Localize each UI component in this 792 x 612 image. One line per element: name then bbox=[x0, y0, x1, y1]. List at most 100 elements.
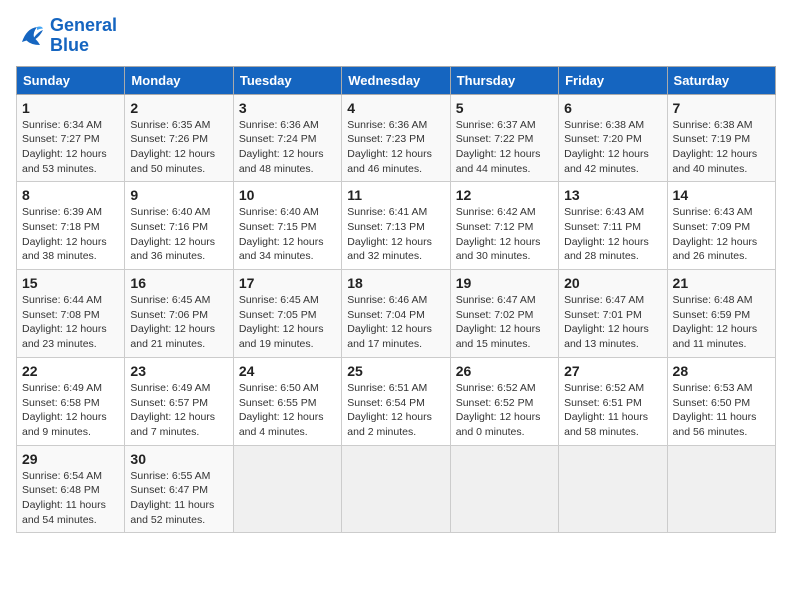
day-number: 7 bbox=[673, 100, 770, 116]
day-info: Sunrise: 6:36 AMSunset: 7:23 PMDaylight:… bbox=[347, 119, 432, 175]
day-number: 2 bbox=[130, 100, 227, 116]
calendar-cell: 5Sunrise: 6:37 AMSunset: 7:22 PMDaylight… bbox=[450, 94, 558, 182]
day-info: Sunrise: 6:54 AMSunset: 6:48 PMDaylight:… bbox=[22, 470, 106, 526]
calendar-table: SundayMondayTuesdayWednesdayThursdayFrid… bbox=[16, 66, 776, 534]
day-number: 19 bbox=[456, 275, 553, 291]
day-number: 1 bbox=[22, 100, 119, 116]
day-number: 8 bbox=[22, 187, 119, 203]
weekday-header-monday: Monday bbox=[125, 66, 233, 94]
day-info: Sunrise: 6:47 AMSunset: 7:02 PMDaylight:… bbox=[456, 294, 541, 350]
day-info: Sunrise: 6:47 AMSunset: 7:01 PMDaylight:… bbox=[564, 294, 649, 350]
calendar-cell: 26 Sunrise: 6:52 AMSunset: 6:52 PMDayligh… bbox=[450, 357, 558, 445]
day-info: Sunrise: 6:39 AMSunset: 7:18 PMDaylight:… bbox=[22, 206, 107, 262]
day-number: 15 bbox=[22, 275, 119, 291]
weekday-header-wednesday: Wednesday bbox=[342, 66, 450, 94]
day-number: 11 bbox=[347, 187, 444, 203]
calendar-cell: 25Sunrise: 6:51 AMSunset: 6:54 PMDayligh… bbox=[342, 357, 450, 445]
weekday-header-tuesday: Tuesday bbox=[233, 66, 341, 94]
day-number: 18 bbox=[347, 275, 444, 291]
calendar-cell: 27 Sunrise: 6:52 AMSunset: 6:51 PMDayligh… bbox=[559, 357, 667, 445]
day-number: 16 bbox=[130, 275, 227, 291]
logo: General Blue bbox=[16, 16, 117, 56]
day-info: Sunrise: 6:53 AMSunset: 6:50 PMDaylight:… bbox=[673, 382, 757, 438]
calendar-cell: 8 Sunrise: 6:39 AMSunset: 7:18 PMDaylight… bbox=[17, 182, 125, 270]
day-info: Sunrise: 6:49 AMSunset: 6:58 PMDaylight:… bbox=[22, 382, 107, 438]
day-info: Sunrise: 6:51 AMSunset: 6:54 PMDaylight:… bbox=[347, 382, 432, 438]
day-number: 23 bbox=[130, 363, 227, 379]
day-info: Sunrise: 6:42 AMSunset: 7:12 PMDaylight:… bbox=[456, 206, 541, 262]
logo-icon bbox=[16, 21, 46, 51]
day-number: 28 bbox=[673, 363, 770, 379]
day-info: Sunrise: 6:49 AMSunset: 6:57 PMDaylight:… bbox=[130, 382, 215, 438]
day-info: Sunrise: 6:48 AMSunset: 6:59 PMDaylight:… bbox=[673, 294, 758, 350]
day-number: 13 bbox=[564, 187, 661, 203]
day-info: Sunrise: 6:44 AMSunset: 7:08 PMDaylight:… bbox=[22, 294, 107, 350]
calendar-row: 15 Sunrise: 6:44 AMSunset: 7:08 PMDayligh… bbox=[17, 270, 776, 358]
calendar-row: 29 Sunrise: 6:54 AMSunset: 6:48 PMDayligh… bbox=[17, 445, 776, 533]
calendar-cell: 12 Sunrise: 6:42 AMSunset: 7:12 PMDayligh… bbox=[450, 182, 558, 270]
weekday-header-sunday: Sunday bbox=[17, 66, 125, 94]
weekday-header-friday: Friday bbox=[559, 66, 667, 94]
calendar-row: 1 Sunrise: 6:34 AMSunset: 7:27 PMDaylight… bbox=[17, 94, 776, 182]
calendar-cell: 16 Sunrise: 6:45 AMSunset: 7:06 PMDayligh… bbox=[125, 270, 233, 358]
calendar-cell bbox=[667, 445, 775, 533]
page-header: General Blue bbox=[16, 16, 776, 56]
day-number: 27 bbox=[564, 363, 661, 379]
calendar-cell: 7 Sunrise: 6:38 AMSunset: 7:19 PMDaylight… bbox=[667, 94, 775, 182]
calendar-row: 8 Sunrise: 6:39 AMSunset: 7:18 PMDaylight… bbox=[17, 182, 776, 270]
day-info: Sunrise: 6:40 AMSunset: 7:15 PMDaylight:… bbox=[239, 206, 324, 262]
day-number: 24 bbox=[239, 363, 336, 379]
day-info: Sunrise: 6:37 AMSunset: 7:22 PMDaylight:… bbox=[456, 119, 541, 175]
calendar-cell: 20Sunrise: 6:47 AMSunset: 7:01 PMDayligh… bbox=[559, 270, 667, 358]
day-info: Sunrise: 6:52 AMSunset: 6:52 PMDaylight:… bbox=[456, 382, 541, 438]
calendar-cell: 29 Sunrise: 6:54 AMSunset: 6:48 PMDayligh… bbox=[17, 445, 125, 533]
calendar-cell: 6 Sunrise: 6:38 AMSunset: 7:20 PMDaylight… bbox=[559, 94, 667, 182]
day-info: Sunrise: 6:35 AMSunset: 7:26 PMDaylight:… bbox=[130, 119, 215, 175]
day-info: Sunrise: 6:43 AMSunset: 7:11 PMDaylight:… bbox=[564, 206, 649, 262]
calendar-cell bbox=[233, 445, 341, 533]
day-info: Sunrise: 6:40 AMSunset: 7:16 PMDaylight:… bbox=[130, 206, 215, 262]
day-info: Sunrise: 6:43 AMSunset: 7:09 PMDaylight:… bbox=[673, 206, 758, 262]
day-number: 3 bbox=[239, 100, 336, 116]
calendar-cell: 1 Sunrise: 6:34 AMSunset: 7:27 PMDaylight… bbox=[17, 94, 125, 182]
calendar-row: 22 Sunrise: 6:49 AMSunset: 6:58 PMDayligh… bbox=[17, 357, 776, 445]
weekday-header-saturday: Saturday bbox=[667, 66, 775, 94]
day-info: Sunrise: 6:55 AMSunset: 6:47 PMDaylight:… bbox=[130, 470, 214, 526]
day-number: 30 bbox=[130, 451, 227, 467]
calendar-cell: 14Sunrise: 6:43 AMSunset: 7:09 PMDayligh… bbox=[667, 182, 775, 270]
calendar-cell: 21Sunrise: 6:48 AMSunset: 6:59 PMDayligh… bbox=[667, 270, 775, 358]
calendar-cell bbox=[559, 445, 667, 533]
calendar-cell: 13 Sunrise: 6:43 AMSunset: 7:11 PMDayligh… bbox=[559, 182, 667, 270]
day-number: 26 bbox=[456, 363, 553, 379]
calendar-cell: 3 Sunrise: 6:36 AMSunset: 7:24 PMDaylight… bbox=[233, 94, 341, 182]
day-info: Sunrise: 6:41 AMSunset: 7:13 PMDaylight:… bbox=[347, 206, 432, 262]
day-info: Sunrise: 6:38 AMSunset: 7:19 PMDaylight:… bbox=[673, 119, 758, 175]
weekday-header-thursday: Thursday bbox=[450, 66, 558, 94]
day-number: 17 bbox=[239, 275, 336, 291]
calendar-cell: 9 Sunrise: 6:40 AMSunset: 7:16 PMDaylight… bbox=[125, 182, 233, 270]
calendar-cell: 22 Sunrise: 6:49 AMSunset: 6:58 PMDayligh… bbox=[17, 357, 125, 445]
calendar-cell bbox=[450, 445, 558, 533]
calendar-cell: 15 Sunrise: 6:44 AMSunset: 7:08 PMDayligh… bbox=[17, 270, 125, 358]
day-info: Sunrise: 6:45 AMSunset: 7:06 PMDaylight:… bbox=[130, 294, 215, 350]
day-number: 9 bbox=[130, 187, 227, 203]
calendar-cell: 4Sunrise: 6:36 AMSunset: 7:23 PMDaylight… bbox=[342, 94, 450, 182]
day-info: Sunrise: 6:46 AMSunset: 7:04 PMDaylight:… bbox=[347, 294, 432, 350]
day-info: Sunrise: 6:52 AMSunset: 6:51 PMDaylight:… bbox=[564, 382, 648, 438]
day-info: Sunrise: 6:38 AMSunset: 7:20 PMDaylight:… bbox=[564, 119, 649, 175]
calendar-cell: 23 Sunrise: 6:49 AMSunset: 6:57 PMDayligh… bbox=[125, 357, 233, 445]
calendar-cell: 30 Sunrise: 6:55 AMSunset: 6:47 PMDayligh… bbox=[125, 445, 233, 533]
day-info: Sunrise: 6:50 AMSunset: 6:55 PMDaylight:… bbox=[239, 382, 324, 438]
day-info: Sunrise: 6:36 AMSunset: 7:24 PMDaylight:… bbox=[239, 119, 324, 175]
day-number: 6 bbox=[564, 100, 661, 116]
day-number: 12 bbox=[456, 187, 553, 203]
day-info: Sunrise: 6:34 AMSunset: 7:27 PMDaylight:… bbox=[22, 119, 107, 175]
calendar-cell bbox=[342, 445, 450, 533]
calendar-cell: 18 Sunrise: 6:46 AMSunset: 7:04 PMDayligh… bbox=[342, 270, 450, 358]
calendar-cell: 19 Sunrise: 6:47 AMSunset: 7:02 PMDayligh… bbox=[450, 270, 558, 358]
calendar-cell: 10 Sunrise: 6:40 AMSunset: 7:15 PMDayligh… bbox=[233, 182, 341, 270]
day-number: 22 bbox=[22, 363, 119, 379]
day-number: 29 bbox=[22, 451, 119, 467]
day-number: 10 bbox=[239, 187, 336, 203]
calendar-cell: 2 Sunrise: 6:35 AMSunset: 7:26 PMDaylight… bbox=[125, 94, 233, 182]
